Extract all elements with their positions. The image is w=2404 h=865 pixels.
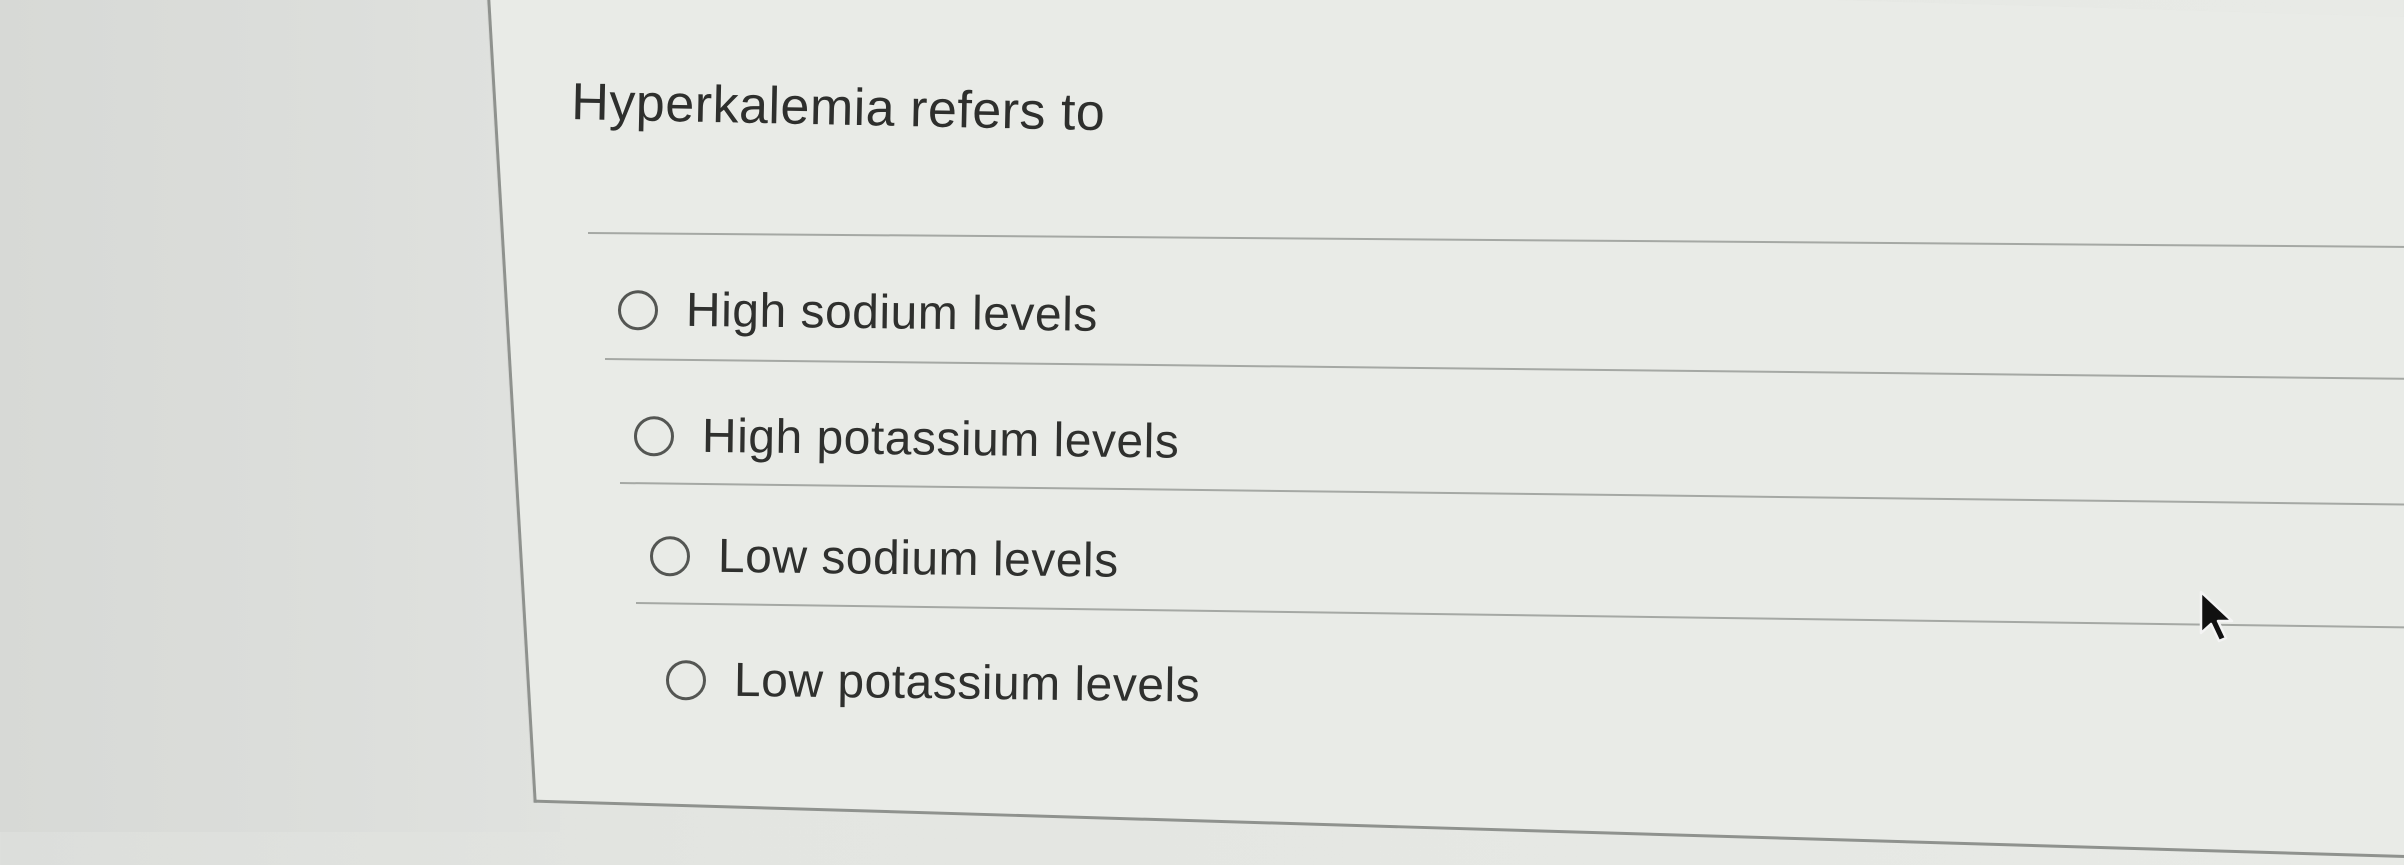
answer-option-label: Low potassium levels [733, 653, 1201, 713]
answer-option-label: Low sodium levels [717, 529, 1119, 588]
radio-button-icon[interactable] [649, 535, 691, 576]
radio-button-icon[interactable] [633, 415, 675, 456]
answer-option-2[interactable]: High potassium levels [633, 408, 1180, 470]
radio-button-icon[interactable] [617, 289, 659, 330]
answer-option-3[interactable]: Low sodium levels [649, 528, 1119, 589]
radio-button-icon[interactable] [665, 659, 707, 700]
answer-option-label: High sodium levels [685, 283, 1099, 342]
quiz-screen: Hyperkalemia refers to High sodium level… [0, 0, 2404, 865]
answer-option-1[interactable]: High sodium levels [617, 282, 1099, 343]
answer-option-label: High potassium levels [701, 409, 1180, 469]
page-margin [0, 0, 560, 832]
mouse-pointer-icon [2199, 590, 2234, 643]
question-text: Hyperkalemia refers to [570, 72, 1106, 143]
answer-option-4[interactable]: Low potassium levels [665, 652, 1201, 714]
